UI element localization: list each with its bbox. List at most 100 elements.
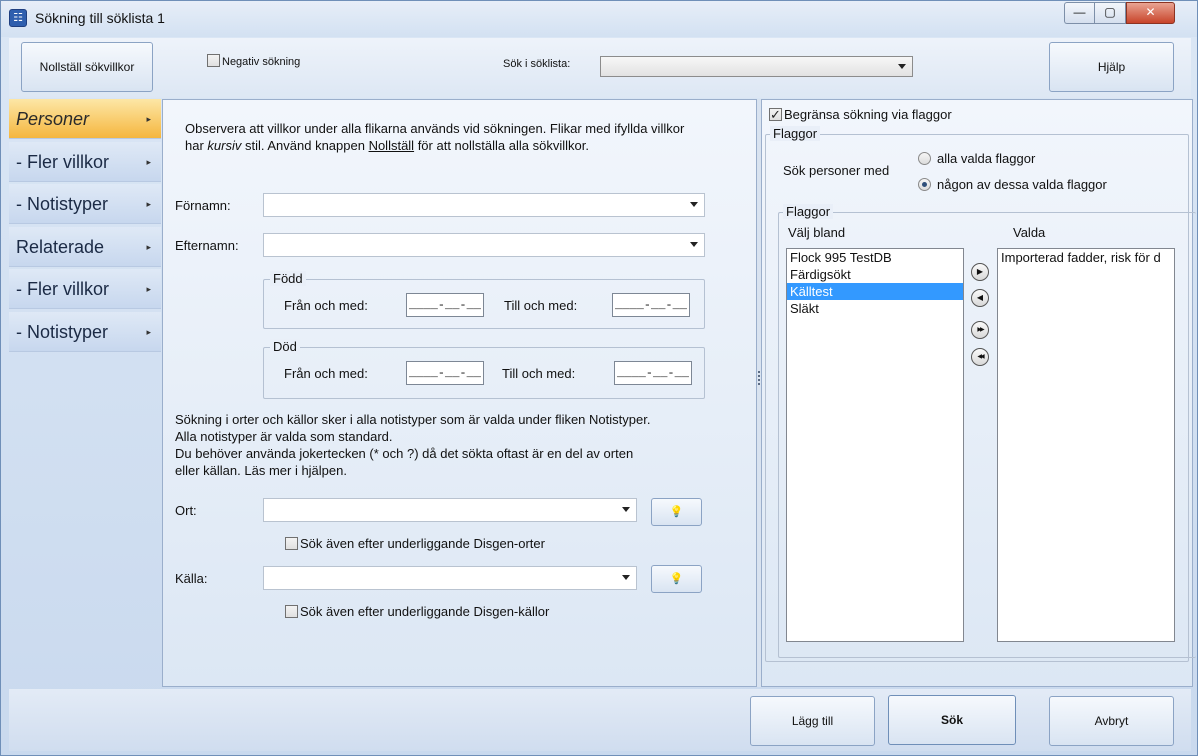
nav-item-personer[interactable]: Personer ▸: [9, 99, 161, 139]
nav-item-fler-villkor-1[interactable]: - Fler villkor ▸: [9, 142, 161, 182]
app-icon: ☷: [9, 9, 27, 27]
dead-to-date[interactable]: ____-__-__: [614, 361, 692, 385]
search-button[interactable]: Sök: [888, 695, 1016, 745]
limit-flags-checkbox[interactable]: Begränsa sökning via flaggor: [769, 106, 952, 123]
title-bar: ☷ Sökning till söklista 1 — ▢ ✕: [1, 1, 1197, 37]
places-info-line-3: Du behöver använda jokertecken (* och ?)…: [175, 446, 634, 461]
radio-any-flags[interactable]: någon av dessa valda flaggor: [918, 176, 1107, 193]
chevron-down-icon: [898, 63, 906, 69]
nav-item-notistyper-1[interactable]: - Notistyper ▸: [9, 184, 161, 224]
toolbar: Nollställ sökvillkor Negativ sökning Sök…: [9, 38, 1191, 98]
chevron-down-icon: [622, 575, 630, 580]
source-label: Källa:: [175, 571, 208, 586]
chosen-flags-list[interactable]: Importerad fadder, risk för d: [997, 248, 1175, 642]
person-search-panel: Observera att villkor under alla flikarn…: [162, 99, 757, 687]
radio-all-flags-button[interactable]: [918, 152, 931, 165]
maximize-button[interactable]: ▢: [1094, 2, 1126, 24]
move-all-left-button[interactable]: ◀◀: [971, 348, 989, 366]
limit-flags-label: Begränsa sökning via flaggor: [784, 107, 952, 122]
negative-search-check[interactable]: [207, 54, 220, 67]
nav-item-relaterade[interactable]: Relaterade ▸: [9, 227, 161, 267]
dead-group-title: Död: [270, 339, 300, 354]
move-all-right-button[interactable]: ▶▶: [971, 321, 989, 339]
limit-flags-check[interactable]: [769, 106, 782, 123]
chevron-right-icon: ▸: [146, 284, 151, 294]
sidebar-nav: Personer ▸ - Fler villkor ▸ - Notistyper…: [9, 99, 161, 689]
list-item[interactable]: Flock 995 TestDB: [787, 249, 963, 266]
chevron-right-icon: ▸: [146, 242, 151, 252]
nav-item-label: - Fler villkor: [16, 152, 109, 172]
places-info-line-1: Sökning i orter och källor sker i alla n…: [175, 412, 651, 427]
add-button[interactable]: Lägg till: [750, 696, 875, 746]
window-title: Sökning till söklista 1: [35, 10, 165, 26]
place-lookup-button[interactable]: 💡: [651, 498, 702, 526]
search-persons-with-label: Sök personer med: [783, 163, 890, 178]
nav-item-label: - Notistyper: [16, 194, 109, 214]
nav-item-label: - Notistyper: [16, 322, 109, 342]
lightbulb-icon: 💡: [669, 506, 684, 518]
reset-conditions-button[interactable]: Nollställ sökvillkor: [21, 42, 153, 92]
radio-any-flags-button[interactable]: [918, 178, 931, 191]
grip-icon: [758, 371, 760, 387]
born-from-label: Från och med:: [284, 298, 368, 313]
born-group-title: Född: [270, 271, 306, 286]
nav-item-label: Personer: [16, 109, 90, 129]
list-item[interactable]: Importerad fadder, risk för d: [998, 249, 1174, 266]
cancel-button[interactable]: Avbryt: [1049, 696, 1174, 746]
minimize-button[interactable]: —: [1064, 2, 1094, 24]
double-arrow-left-icon: ◀◀: [977, 354, 984, 360]
born-from-date[interactable]: ____-__-__: [406, 293, 484, 317]
source-sub-label: Sök även efter underliggande Disgen-käll…: [300, 604, 550, 619]
lightbulb-icon: 💡: [669, 573, 684, 585]
flags-group: Flaggor Sök personer med alla valda flag…: [765, 126, 1196, 662]
dead-group: Död Från och med: ____-__-__ Till och me…: [263, 339, 705, 399]
double-arrow-right-icon: ▶▶: [977, 327, 984, 333]
dead-from-date[interactable]: ____-__-__: [406, 361, 484, 385]
place-sub-label: Sök även efter underliggande Disgen-orte…: [300, 536, 545, 551]
place-sub-checkbox[interactable]: Sök även efter underliggande Disgen-orte…: [285, 535, 545, 552]
list-item[interactable]: Färdigsökt: [787, 266, 963, 283]
list-item[interactable]: Släkt: [787, 300, 963, 317]
chevron-down-icon: [690, 202, 698, 207]
available-flags-list[interactable]: Flock 995 TestDB Färdigsökt Källtest Slä…: [786, 248, 964, 642]
place-sub-check[interactable]: [285, 537, 298, 550]
place-input[interactable]: [263, 498, 637, 522]
radio-all-flags[interactable]: alla valda flaggor: [918, 150, 1035, 167]
reset-conditions-label: Nollställ sökvillkor: [39, 60, 135, 74]
source-sub-check[interactable]: [285, 605, 298, 618]
chevron-right-icon: ▸: [146, 199, 151, 209]
info-text-italic: kursiv: [207, 138, 242, 153]
add-label: Lägg till: [791, 714, 834, 728]
move-right-button[interactable]: ▶: [971, 263, 989, 281]
firstname-input[interactable]: [263, 193, 705, 217]
chevron-right-icon: ▸: [146, 327, 151, 337]
choose-from-label: Välj bland: [788, 225, 846, 240]
born-to-label: Till och med:: [504, 298, 578, 313]
help-button[interactable]: Hjälp: [1049, 42, 1174, 92]
cancel-label: Avbryt: [1094, 714, 1129, 728]
close-button[interactable]: ✕: [1126, 2, 1175, 24]
negative-search-label: Negativ sökning: [222, 56, 301, 68]
born-group: Född Från och med: ____-__-__ Till och m…: [263, 271, 705, 329]
selected-label: Valda: [1013, 225, 1046, 240]
places-info-line-2: Alla notistyper är valda som standard.: [175, 429, 393, 444]
move-left-button[interactable]: ◀: [971, 289, 989, 307]
source-sub-checkbox[interactable]: Sök även efter underliggande Disgen-käll…: [285, 603, 549, 620]
dead-from-label: Från och med:: [284, 366, 368, 381]
dead-to-label: Till och med:: [502, 366, 576, 381]
nav-item-notistyper-2[interactable]: - Notistyper ▸: [9, 312, 161, 352]
info-text: Observera att villkor under alla flikarn…: [185, 120, 685, 154]
chevron-right-icon: ▸: [146, 114, 151, 124]
born-to-date[interactable]: ____-__-__: [612, 293, 690, 317]
search-list-select[interactable]: [600, 56, 913, 77]
list-item[interactable]: Källtest: [787, 283, 963, 300]
negative-search-checkbox[interactable]: Negativ sökning: [207, 54, 300, 68]
search-label: Sök: [940, 713, 963, 727]
help-label: Hjälp: [1097, 60, 1126, 74]
lastname-label: Efternamn:: [175, 238, 239, 253]
nav-item-fler-villkor-2[interactable]: - Fler villkor ▸: [9, 269, 161, 309]
firstname-label: Förnamn:: [175, 198, 231, 213]
source-input[interactable]: [263, 566, 637, 590]
source-lookup-button[interactable]: 💡: [651, 565, 702, 593]
lastname-input[interactable]: [263, 233, 705, 257]
